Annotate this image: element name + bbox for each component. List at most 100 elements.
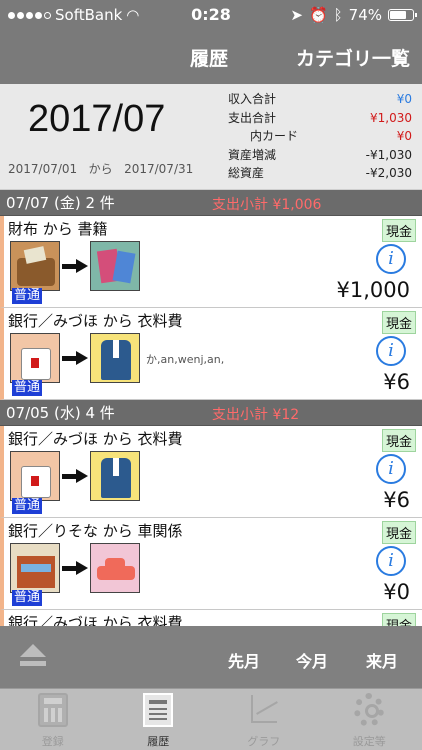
page-title: 履歴 <box>190 48 229 70</box>
tab-register[interactable]: 登録 <box>0 689 106 750</box>
bluetooth-icon: ᛒ <box>333 6 343 24</box>
info-icon[interactable]: i <box>376 454 406 484</box>
summary-value: ¥0 <box>396 92 412 106</box>
summary-value: -¥1,030 <box>365 147 412 162</box>
range-from: から <box>88 162 113 176</box>
graph-icon <box>249 693 279 727</box>
prev-month-button[interactable]: 先月 <box>228 648 260 672</box>
summary-row: 総資産 -¥2,030 <box>228 164 412 183</box>
list-item[interactable]: 財布 から 書籍 現金 普通 i ¥1,000 <box>0 216 422 308</box>
entry-title: 銀行／みづほ から 衣料費 <box>8 312 183 330</box>
list-item[interactable]: 銀行／りそな から 車関係 現金 普通 i ¥0 <box>0 518 422 610</box>
month-summary: 2017/07 2017/07/01 から 2017/07/31 収入合計 ¥0… <box>0 84 422 190</box>
arrow-icon <box>60 466 90 486</box>
summary-label: 総資産 <box>228 166 265 180</box>
info-icon[interactable]: i <box>376 244 406 274</box>
current-month-button[interactable]: 今月 <box>296 648 328 672</box>
app-screen: SoftBank ◠ 0:28 ➤ ⏰ ᛒ 74% 履歴 カテゴリ一覧 2017… <box>0 0 422 750</box>
summary-row: 収入合計 ¥0 <box>228 90 412 109</box>
clothes-icon <box>90 333 140 383</box>
range-start: 2017/07/01 <box>8 162 78 176</box>
summary-label: 資産増減 <box>228 147 277 162</box>
day-header-label: 07/07 (金) 2 件 <box>6 194 115 212</box>
list-item[interactable]: 銀行／みづほ から 衣料費 現金 か,an,wenj,an, 普通 i ¥6 <box>0 308 422 400</box>
entry-amount: ¥6 <box>383 488 410 512</box>
day-header-label: 07/05 (水) 4 件 <box>6 404 115 422</box>
alarm-icon: ⏰ <box>308 6 328 24</box>
payment-tag: 現金 <box>381 521 416 544</box>
range-end: 2017/07/31 <box>124 162 194 176</box>
payment-tag: 現金 <box>381 311 416 334</box>
summary-row: 支出合計 ¥1,030 <box>228 109 412 128</box>
bank-icon <box>10 451 60 501</box>
list-item[interactable]: 銀行／みづほ から 衣料費 現金 普通 i ¥6 <box>0 426 422 518</box>
gear-icon <box>354 693 385 727</box>
battery-percent: 74% <box>348 6 382 24</box>
history-icon <box>143 693 174 727</box>
entry-title: 銀行／みづほ から 衣料費 <box>8 614 183 626</box>
day-subtotal: 支出小計 ¥12 <box>212 407 300 423</box>
day-header: 07/07 (金) 2 件 支出小計 ¥1,006 <box>0 190 422 216</box>
month-label: 2017/07 <box>28 98 166 140</box>
category-list-button[interactable]: カテゴリ一覧 <box>296 44 410 71</box>
summary-value: -¥2,030 <box>365 166 412 180</box>
payment-tag: 現金 <box>381 429 416 452</box>
entry-memo: か,an,wenj,an, <box>146 353 225 366</box>
car-icon <box>90 543 140 593</box>
summary-row: 資産増減 -¥1,030 <box>228 146 412 165</box>
entry-title: 銀行／みづほ から 衣料費 <box>8 430 183 448</box>
arrow-icon <box>60 348 90 368</box>
entry-kind: 普通 <box>12 498 43 514</box>
entry-icons <box>10 451 140 501</box>
day-header: 07/05 (水) 4 件 支出小計 ¥12 <box>0 400 422 426</box>
summary-table: 収入合計 ¥0 支出合計 ¥1,030 内カード ¥0 資産増減 -¥1,030… <box>228 90 412 183</box>
entry-icons <box>10 543 140 593</box>
summary-value: ¥1,030 <box>370 110 412 125</box>
book-icon <box>90 241 140 291</box>
entry-amount: ¥1,000 <box>336 278 410 302</box>
tab-history[interactable]: 履歴 <box>106 689 212 750</box>
entry-title: 銀行／りそな から 車関係 <box>8 522 183 540</box>
payment-tag: 現金 <box>381 613 416 626</box>
month-controls: 先月 今月 来月 <box>0 626 422 688</box>
info-icon[interactable]: i <box>376 336 406 366</box>
day-subtotal: 支出小計 ¥1,006 <box>212 197 322 213</box>
tab-bar: 登録 履歴 グラフ 設定等 <box>0 688 422 750</box>
entry-kind: 普通 <box>12 590 43 606</box>
entry-title: 財布 から 書籍 <box>8 220 108 238</box>
top-bar: SoftBank ◠ 0:28 ➤ ⏰ ᛒ 74% 履歴 カテゴリ一覧 <box>0 0 422 84</box>
entry-kind: 普通 <box>12 380 43 396</box>
tab-label: 設定等 <box>352 735 386 748</box>
tab-label: 履歴 <box>147 735 170 748</box>
date-range: 2017/07/01 から 2017/07/31 <box>8 160 193 177</box>
eject-icon[interactable] <box>18 644 48 668</box>
summary-label: 収入合計 <box>228 92 277 106</box>
battery-icon <box>388 9 417 21</box>
payment-tag: 現金 <box>381 219 416 242</box>
entry-amount: ¥6 <box>383 370 410 394</box>
bank-icon <box>10 333 60 383</box>
next-month-button[interactable]: 来月 <box>366 648 398 672</box>
calculator-icon <box>37 693 68 727</box>
wallet-icon <box>10 241 60 291</box>
arrow-icon <box>60 558 90 578</box>
entry-icons <box>10 241 140 291</box>
history-list[interactable]: 07/07 (金) 2 件 支出小計 ¥1,006 財布 から 書籍 現金 普通… <box>0 190 422 626</box>
bank-building-icon <box>10 543 60 593</box>
tab-settings[interactable]: 設定等 <box>317 689 422 750</box>
status-right: ➤ ⏰ ᛒ 74% <box>290 6 417 24</box>
tab-label: 登録 <box>41 735 64 748</box>
entry-kind: 普通 <box>12 288 43 304</box>
status-bar: SoftBank ◠ 0:28 ➤ ⏰ ᛒ 74% <box>0 0 422 30</box>
info-icon[interactable]: i <box>376 546 406 576</box>
tab-graph[interactable]: グラフ <box>211 689 317 750</box>
clothes-icon <box>90 451 140 501</box>
entry-icons <box>10 333 140 383</box>
arrow-icon <box>60 256 90 276</box>
summary-value: ¥0 <box>396 129 412 143</box>
summary-label: 支出合計 <box>228 110 277 125</box>
location-icon: ➤ <box>290 6 303 24</box>
summary-label: 内カード <box>250 129 299 143</box>
entry-amount: ¥0 <box>383 580 410 604</box>
list-item[interactable]: 銀行／みづほ から 衣料費 現金 <box>0 610 422 626</box>
